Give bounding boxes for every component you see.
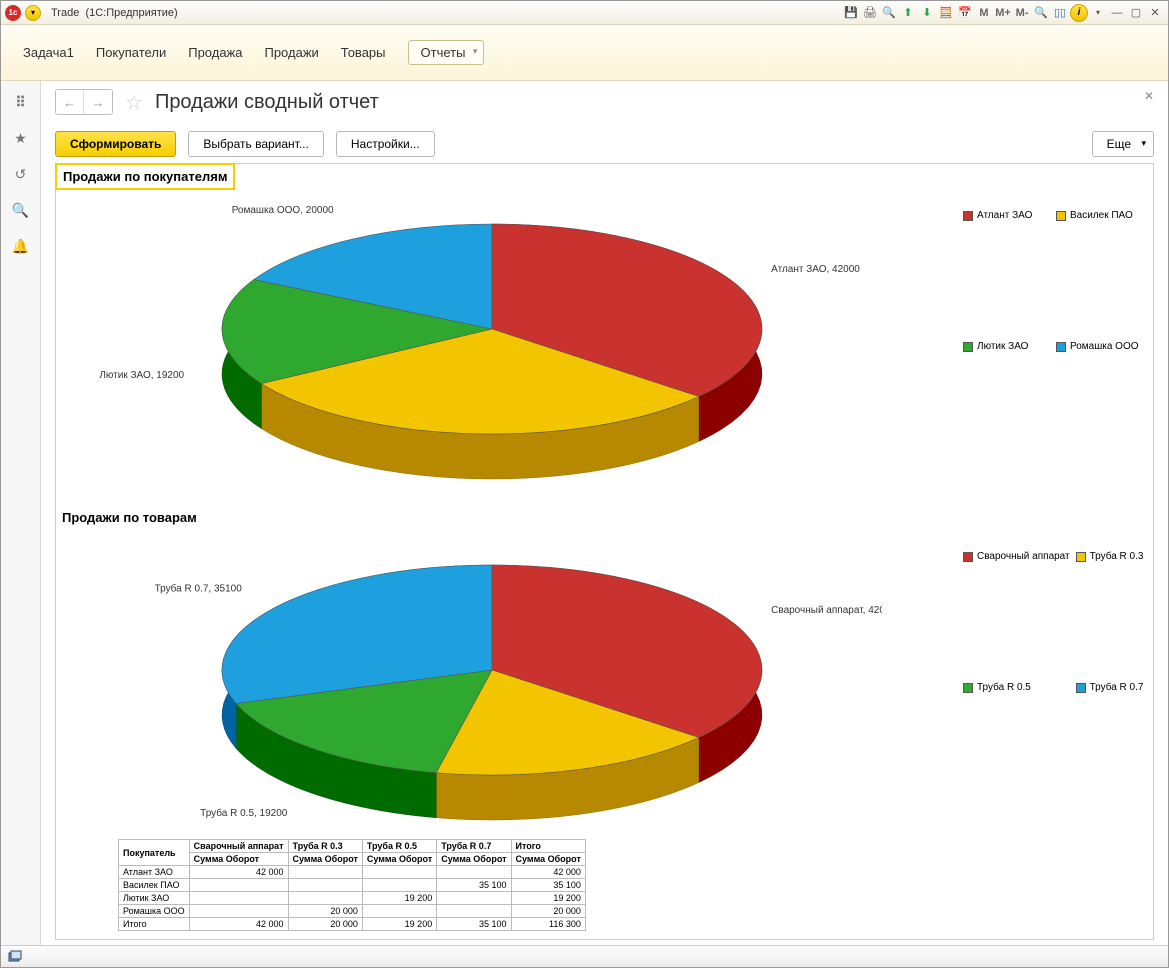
titlebar: 1c ▾ Trade (1С:Предприятие) 💾 🖨 🔍 ⬆ ⬇ 🧮 …	[1, 1, 1168, 25]
th-col3: Труба R 0.5	[362, 840, 436, 853]
info-icon[interactable]: i	[1070, 4, 1088, 22]
m-plus-icon[interactable]: M+	[994, 4, 1012, 22]
calendar-icon[interactable]: 📅	[956, 4, 974, 22]
doc-up-icon[interactable]: ⬆	[899, 4, 917, 22]
legend-label: Труба R 0.7	[1090, 682, 1144, 693]
panes-icon[interactable]: ▯▯	[1051, 4, 1069, 22]
summary-table: Покупатель Сварочный аппарат Труба R 0.3…	[118, 839, 586, 931]
legend-swatch-icon	[963, 342, 973, 352]
svg-text:Атлант ЗАО, 42000: Атлант ЗАО, 42000	[771, 264, 860, 275]
legend-label: Сварочный аппарат	[977, 551, 1070, 562]
legend-swatch-icon	[1076, 552, 1086, 562]
more-button[interactable]: Еще	[1092, 131, 1154, 157]
minimize-icon[interactable]: —	[1108, 4, 1126, 22]
m-icon[interactable]: M	[975, 4, 993, 22]
nav-forward-button[interactable]: →	[84, 90, 112, 114]
preview-icon[interactable]: 🔍	[880, 4, 898, 22]
app-menu-dropdown-icon[interactable]: ▾	[25, 5, 41, 21]
table-row: Ромашка ООО20 00020 000	[119, 905, 586, 918]
report-area: Продажи по покупателям Атлант ЗАО, 42000…	[55, 163, 1154, 940]
legend-item: Атлант ЗАО	[963, 210, 1050, 221]
m-minus-icon[interactable]: M-	[1013, 4, 1031, 22]
doc-down-icon[interactable]: ⬇	[918, 4, 936, 22]
legend-swatch-icon	[1056, 342, 1066, 352]
close-tab-icon[interactable]: ✕	[1144, 89, 1154, 103]
info-dropdown-icon[interactable]: ▾	[1089, 4, 1107, 22]
legend-label: Атлант ЗАО	[977, 210, 1032, 221]
chart-products: Сварочный аппарат, 42000Труба R 0.3, 200…	[56, 531, 953, 835]
print-icon[interactable]: 🖨	[861, 4, 879, 22]
svg-text:Лютик ЗАО, 19200: Лютик ЗАО, 19200	[99, 370, 184, 381]
apps-grid-icon[interactable]: ⠿	[12, 93, 30, 111]
close-window-icon[interactable]: ✕	[1146, 4, 1164, 22]
menu-sale[interactable]: Продажа	[188, 45, 242, 60]
statusbar	[1, 945, 1168, 967]
th-customer: Покупатель	[119, 840, 190, 866]
search-icon[interactable]: 🔍	[12, 201, 30, 219]
svg-text:Сварочный аппарат, 42000: Сварочный аппарат, 42000	[771, 605, 882, 616]
legend-swatch-icon	[963, 552, 973, 562]
legend-item: Ромашка ООО	[1056, 341, 1143, 352]
menu-reports-dropdown[interactable]: Отчеты	[408, 40, 485, 65]
favorite-icon[interactable]: ★	[12, 129, 30, 147]
svg-text:Труба R 0.5, 19200: Труба R 0.5, 19200	[200, 807, 288, 819]
section-customers-title: Продажи по покупателям	[55, 163, 235, 190]
menu-task1[interactable]: Задача1	[23, 45, 74, 60]
table-row: Василек ПАО35 10035 100	[119, 879, 586, 892]
svg-text:Ромашка ООО, 20000: Ромашка ООО, 20000	[232, 205, 334, 216]
legend-label: Василек ПАО	[1070, 210, 1133, 221]
window-title: Trade (1С:Предприятие)	[51, 7, 178, 19]
th-col4: Труба R 0.7	[437, 840, 511, 853]
app-logo-icon: 1c	[5, 5, 21, 21]
legend-label: Труба R 0.3	[1090, 551, 1144, 562]
content: ✕ ← → ☆ Продажи сводный отчет Сформирова…	[41, 81, 1168, 945]
menubar: Задача1 Покупатели Продажа Продажи Товар…	[1, 25, 1168, 81]
star-icon[interactable]: ☆	[125, 90, 143, 115]
menu-sales[interactable]: Продажи	[264, 45, 318, 60]
sidebar: ⠿ ★ ↺ 🔍 🔔	[1, 81, 41, 945]
nav-group: ← →	[55, 89, 113, 115]
table-row: Лютик ЗАО19 20019 200	[119, 892, 586, 905]
page-title: Продажи сводный отчет	[155, 91, 379, 114]
th-col2: Труба R 0.3	[288, 840, 362, 853]
legend-swatch-icon	[963, 683, 973, 693]
legend-item: Труба R 0.5	[963, 682, 1070, 693]
table-total-row: Итого42 00020 00019 20035 100116 300	[119, 918, 586, 931]
legend-item: Труба R 0.7	[1076, 682, 1144, 693]
legend-label: Труба R 0.5	[977, 682, 1031, 693]
calc-icon[interactable]: 🧮	[937, 4, 955, 22]
legend-item: Труба R 0.3	[1076, 551, 1144, 562]
th-col1: Сварочный аппарат	[189, 840, 288, 853]
status-icon	[7, 949, 23, 965]
th-total: Итого	[511, 840, 585, 853]
svg-text:Труба R 0.7, 35100: Труба R 0.7, 35100	[155, 582, 243, 594]
history-icon[interactable]: ↺	[12, 165, 30, 183]
select-variant-button[interactable]: Выбрать вариант...	[188, 131, 323, 157]
legend-swatch-icon	[1056, 211, 1066, 221]
menu-products[interactable]: Товары	[341, 45, 386, 60]
legend-swatch-icon	[1076, 683, 1086, 693]
legend-item: Сварочный аппарат	[963, 551, 1070, 562]
legend-label: Лютик ЗАО	[977, 341, 1028, 352]
legend-swatch-icon	[963, 211, 973, 221]
nav-back-button[interactable]: ←	[56, 90, 84, 114]
menu-customers[interactable]: Покупатели	[96, 45, 166, 60]
chart-customers: Атлант ЗАО, 42000Василек ПАО, 35100Лютик…	[56, 190, 953, 504]
generate-button[interactable]: Сформировать	[55, 131, 176, 157]
legend-item: Василек ПАО	[1056, 210, 1143, 221]
zoom-in-icon[interactable]: 🔍	[1032, 4, 1050, 22]
legend-label: Ромашка ООО	[1070, 341, 1139, 352]
table-row: Атлант ЗАО42 00042 000	[119, 866, 586, 879]
maximize-icon[interactable]: ▢	[1127, 4, 1145, 22]
save-icon[interactable]: 💾	[842, 4, 860, 22]
section-products-title: Продажи по товарам	[56, 504, 1153, 531]
settings-button[interactable]: Настройки...	[336, 131, 435, 157]
bell-icon[interactable]: 🔔	[12, 237, 30, 255]
legend-item: Лютик ЗАО	[963, 341, 1050, 352]
